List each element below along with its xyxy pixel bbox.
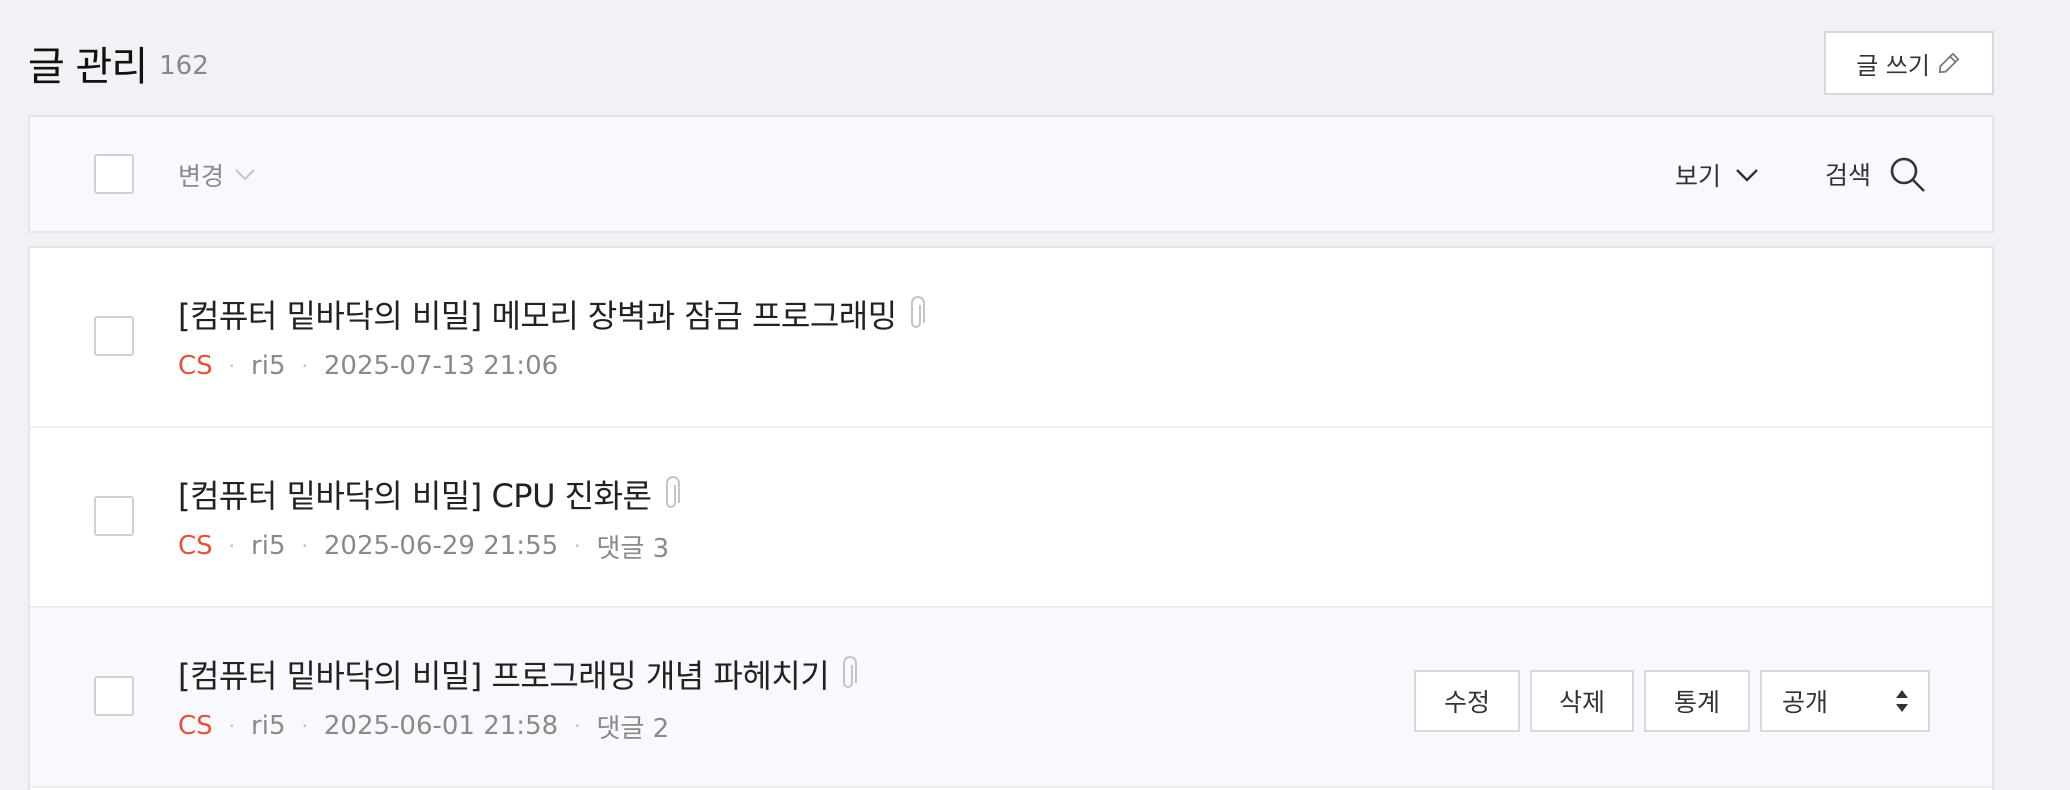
- post-row: [컴퓨터 밑바닥의 비밀] CPU 진화론 CS · ri5 · 2025-06…: [30, 428, 1992, 608]
- post-list: [컴퓨터 밑바닥의 비밀] 메모리 장벽과 잠금 프로그래밍 CS · ri5 …: [28, 246, 1994, 790]
- delete-button[interactable]: 삭제: [1530, 670, 1634, 732]
- page-header: 글 관리 162: [28, 28, 209, 98]
- post-author: ri5: [251, 351, 286, 381]
- chevron-down-icon: [1736, 169, 1758, 182]
- post-date: 2025-06-01 21:58: [323, 711, 559, 741]
- post-title-text: [컴퓨터 밑바닥의 비밀] 프로그래밍 개념 파헤치기: [178, 657, 830, 695]
- post-author: ri5: [251, 711, 286, 741]
- sort-arrows-icon: [1896, 690, 1908, 712]
- change-dropdown[interactable]: 변경: [178, 155, 256, 195]
- stats-button[interactable]: 통계: [1644, 670, 1750, 732]
- post-row: [컴퓨터 밑바닥의 비밀] 메모리 장벽과 잠금 프로그래밍 CS · ri5 …: [30, 248, 1992, 428]
- chevron-down-icon: [235, 169, 255, 181]
- view-label: 보기: [1675, 162, 1722, 191]
- post-comments[interactable]: 댓글 3: [597, 528, 670, 565]
- view-dropdown[interactable]: 보기: [1675, 155, 1759, 195]
- meta-separator: ·: [301, 714, 308, 738]
- row-actions: 수정 삭제 통계 공개: [1414, 670, 1930, 732]
- meta-separator: ·: [301, 354, 308, 378]
- post-meta: CS · ri5 · 2025-06-29 21:55 · 댓글 3: [178, 528, 669, 564]
- post-date: 2025-06-29 21:55: [323, 531, 559, 561]
- post-category[interactable]: CS: [178, 531, 213, 561]
- visibility-select[interactable]: 공개: [1760, 670, 1930, 732]
- post-title-text: [컴퓨터 밑바닥의 비밀] 메모리 장벽과 잠금 프로그래밍: [178, 297, 897, 335]
- post-checkbox[interactable]: [94, 676, 134, 716]
- post-category[interactable]: CS: [178, 711, 213, 741]
- write-post-label: 글 쓰기: [1856, 51, 1930, 80]
- search-icon: [1890, 157, 1925, 192]
- post-title-link[interactable]: [컴퓨터 밑바닥의 비밀] CPU 진화론: [178, 472, 680, 516]
- meta-separator: ·: [301, 534, 308, 558]
- attachment-icon: [662, 476, 680, 512]
- attachment-icon: [907, 296, 925, 332]
- search-button[interactable]: 검색: [1825, 149, 1927, 199]
- meta-separator: ·: [574, 534, 581, 558]
- select-all-checkbox[interactable]: [94, 154, 134, 194]
- meta-separator: ·: [228, 354, 236, 378]
- pencil-icon: [1938, 52, 1960, 74]
- post-checkbox[interactable]: [94, 496, 134, 536]
- post-category[interactable]: CS: [178, 351, 213, 381]
- change-label: 변경: [178, 162, 225, 191]
- search-label: 검색: [1825, 161, 1872, 190]
- post-meta: CS · ri5 · 2025-07-13 21:06: [178, 348, 558, 384]
- post-author: ri5: [251, 531, 286, 561]
- post-title-text: [컴퓨터 밑바닥의 비밀] CPU 진화론: [178, 477, 652, 515]
- page-title: 글 관리: [28, 44, 148, 90]
- post-row: [컴퓨터 밑바닥의 비밀] 프로그래밍 개념 파헤치기 CS · ri5 · 2…: [30, 608, 1992, 788]
- meta-separator: ·: [228, 714, 236, 738]
- visibility-value: 공개: [1782, 688, 1829, 717]
- attachment-icon: [839, 656, 858, 692]
- post-checkbox[interactable]: [94, 316, 134, 356]
- post-title-link[interactable]: [컴퓨터 밑바닥의 비밀] 프로그래밍 개념 파헤치기: [178, 652, 858, 696]
- post-comments[interactable]: 댓글 2: [597, 708, 670, 745]
- post-meta: CS · ri5 · 2025-06-01 21:58 · 댓글 2: [178, 708, 669, 744]
- post-title-link[interactable]: [컴퓨터 밑바닥의 비밀] 메모리 장벽과 잠금 프로그래밍: [178, 292, 925, 336]
- list-toolbar: 변경 보기 검색: [28, 115, 1994, 233]
- post-count: 162: [159, 51, 209, 81]
- meta-separator: ·: [574, 714, 581, 738]
- write-post-button[interactable]: 글 쓰기: [1824, 31, 1994, 95]
- meta-separator: ·: [228, 534, 236, 558]
- post-date: 2025-07-13 21:06: [323, 351, 559, 381]
- edit-button[interactable]: 수정: [1414, 670, 1520, 732]
